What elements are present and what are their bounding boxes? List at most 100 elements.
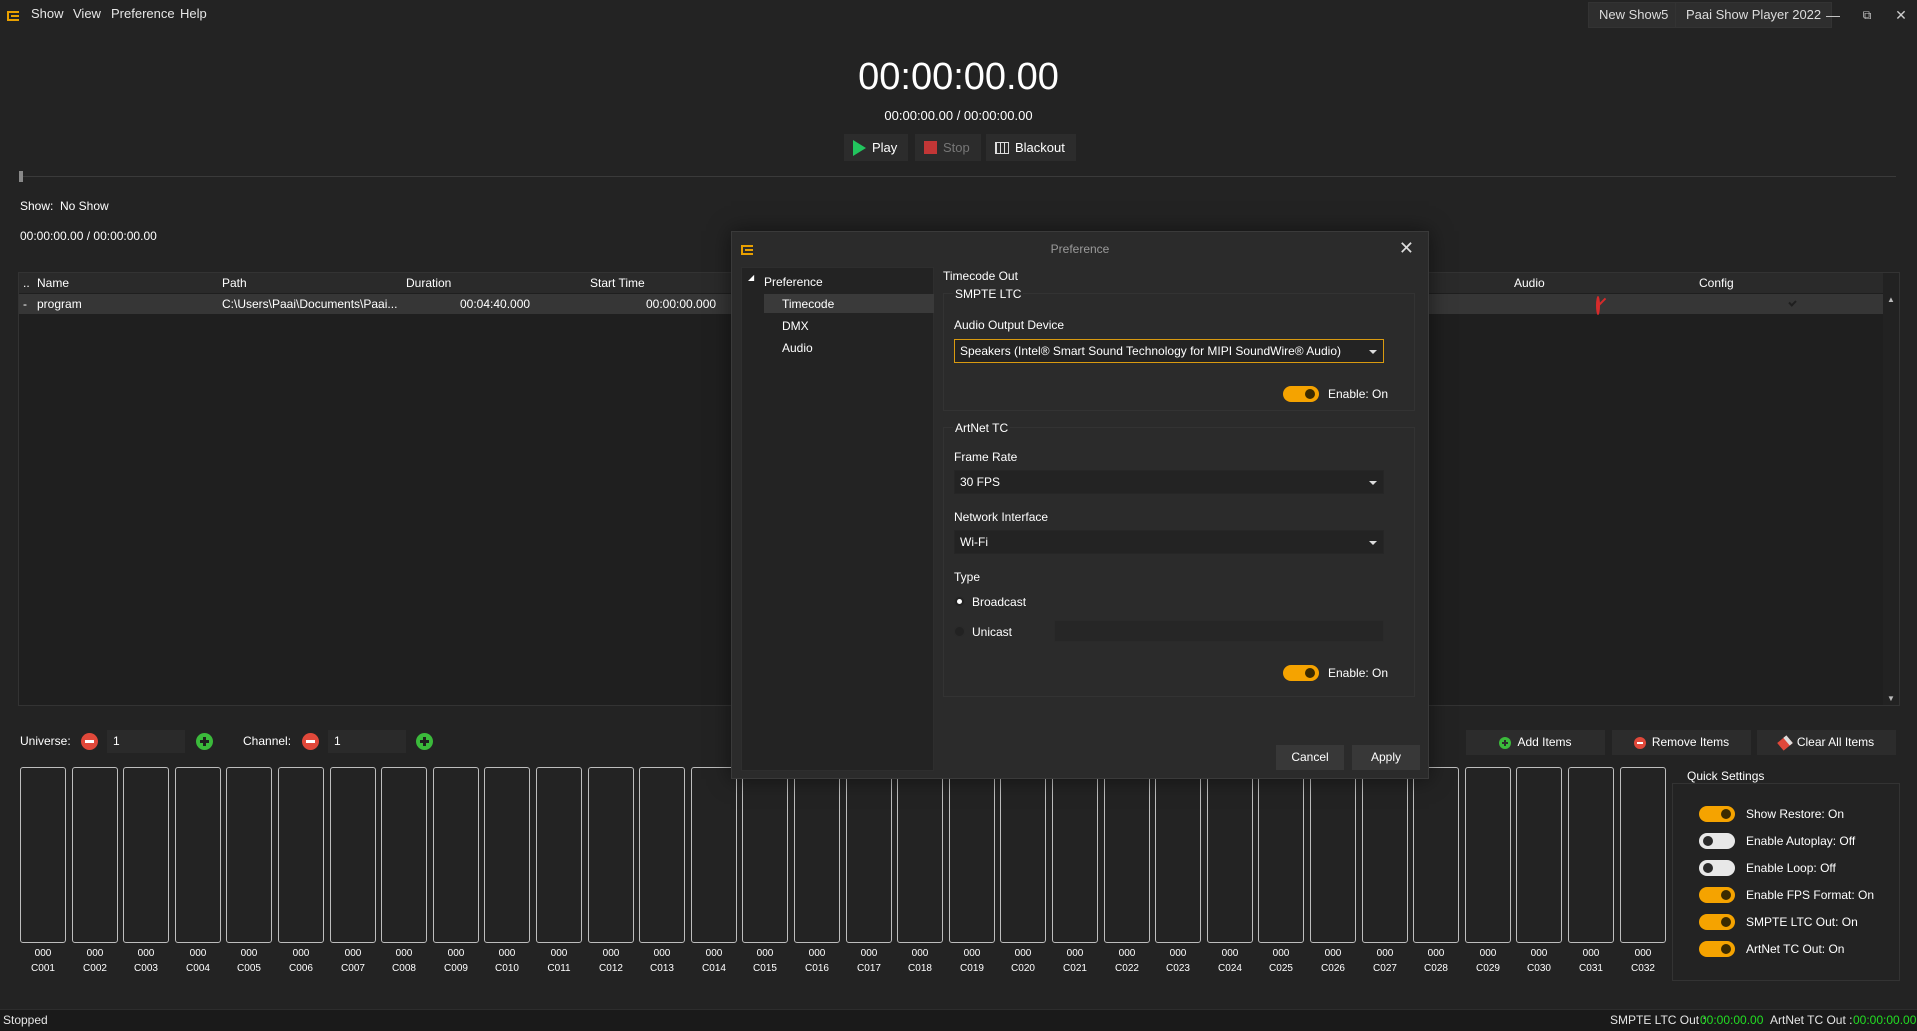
type-label: Type [954, 570, 981, 584]
channel-fader[interactable] [330, 767, 376, 943]
channel-label: C017 [857, 963, 881, 974]
column-config[interactable]: Config [1699, 276, 1734, 290]
enable-fps-format-toggle[interactable] [1699, 887, 1735, 903]
menu-show[interactable]: Show [31, 6, 64, 21]
channel-fader[interactable] [1052, 767, 1098, 943]
stop-button[interactable]: Stop [915, 134, 981, 161]
audio-device-select[interactable]: Speakers (Intel® Smart Sound Technology … [954, 339, 1384, 363]
app-name-button[interactable]: Paai Show Player 2022 [1675, 2, 1833, 28]
channel-fader[interactable] [20, 767, 66, 943]
channel-fader[interactable] [1568, 767, 1614, 943]
menu-view[interactable]: View [73, 6, 101, 21]
progress-track[interactable] [20, 176, 1896, 177]
restore-icon[interactable]: ⧉ [1852, 4, 1882, 26]
channel-fader[interactable] [433, 767, 479, 943]
channel-fader[interactable] [226, 767, 272, 943]
scroll-up-icon[interactable]: ▲ [1887, 295, 1895, 304]
channel-fader[interactable] [1207, 767, 1253, 943]
channel-value: 000 [189, 948, 207, 959]
channel-fader[interactable] [1258, 767, 1304, 943]
close-window-icon[interactable]: ✕ [1886, 4, 1916, 26]
cancel-button[interactable]: Cancel [1276, 745, 1344, 770]
play-button[interactable]: Play [844, 134, 909, 161]
clear-all-items-button[interactable]: Clear All Items [1757, 730, 1896, 755]
tree-item-audio[interactable]: Audio [782, 341, 813, 355]
table-scrollbar[interactable]: ▲ ▼ [1883, 273, 1899, 705]
channel-label: C015 [753, 963, 777, 974]
smpte-ltc-out-toggle[interactable] [1699, 914, 1735, 930]
channel-fader[interactable] [72, 767, 118, 943]
enable-loop-toggle[interactable] [1699, 860, 1735, 876]
channel-increment-icon[interactable] [416, 733, 433, 750]
channel-fader[interactable] [588, 767, 634, 943]
tree-item-dmx[interactable]: DMX [782, 319, 809, 333]
channel-decrement-icon[interactable] [302, 733, 319, 750]
minimize-icon[interactable]: — [1818, 4, 1848, 26]
channel-value: 000 [137, 948, 155, 959]
scroll-down-icon[interactable]: ▼ [1887, 694, 1895, 703]
artnet-tc-out-toggle[interactable] [1699, 941, 1735, 957]
channel-fader[interactable] [381, 767, 427, 943]
menu-help[interactable]: Help [180, 6, 207, 21]
smpte-enable-toggle[interactable] [1283, 386, 1319, 402]
network-interface-label: Network Interface [954, 510, 1049, 524]
tree-expand-icon[interactable]: ◢ [748, 273, 754, 282]
universe-input[interactable]: 1 [107, 730, 185, 753]
channel-fader[interactable] [1155, 767, 1201, 943]
channel-fader[interactable] [484, 767, 530, 943]
network-interface-select[interactable]: Wi-Fi [954, 530, 1384, 554]
add-items-button[interactable]: Add Items [1466, 730, 1605, 755]
channel-fader[interactable] [1413, 767, 1459, 943]
artnet-status-value: 00:00:00.00 [1853, 1013, 1917, 1027]
blackout-button[interactable]: Blackout [986, 134, 1076, 161]
apply-button[interactable]: Apply [1352, 745, 1420, 770]
broadcast-radio[interactable] [954, 596, 965, 607]
channel-fader[interactable] [1104, 767, 1150, 943]
show-restore-toggle[interactable] [1699, 806, 1735, 822]
channel-label: C013 [650, 963, 674, 974]
channel-fader[interactable] [1516, 767, 1562, 943]
channel-fader[interactable] [1362, 767, 1408, 943]
artnet-enable-toggle[interactable] [1283, 665, 1319, 681]
universe-decrement-icon[interactable] [81, 733, 98, 750]
channel-fader[interactable] [1000, 767, 1046, 943]
channel-fader[interactable] [742, 767, 788, 943]
column-path[interactable]: Path [222, 276, 247, 290]
preference-dialog: Preference ✕ ◢ Preference Timecode DMX A… [731, 231, 1429, 779]
show-name-button[interactable]: New Show5 [1588, 2, 1680, 28]
tree-item-timecode[interactable]: Timecode [782, 297, 834, 311]
channel-label: C032 [1631, 963, 1655, 974]
channel-fader[interactable] [1465, 767, 1511, 943]
remove-items-button[interactable]: Remove Items [1612, 730, 1751, 755]
unicast-radio[interactable] [954, 626, 965, 637]
column-duration[interactable]: Duration [406, 276, 451, 290]
column-name[interactable]: Name [37, 276, 69, 290]
channel-fader[interactable] [278, 767, 324, 943]
column-audio[interactable]: Audio [1514, 276, 1545, 290]
channel-value: 000 [1634, 948, 1652, 959]
channel-fader[interactable] [175, 767, 221, 943]
blackout-icon [995, 141, 1009, 154]
channel-label: C023 [1166, 963, 1190, 974]
show-value: No Show [60, 199, 109, 213]
channel-fader[interactable] [949, 767, 995, 943]
channel-fader[interactable] [691, 767, 737, 943]
enable-autoplay-toggle[interactable] [1699, 833, 1735, 849]
unicast-address-input[interactable] [1054, 620, 1384, 642]
tree-root-preference[interactable]: Preference [764, 275, 823, 289]
channel-fader[interactable] [536, 767, 582, 943]
menu-preference[interactable]: Preference [111, 6, 175, 21]
channel-input[interactable]: 1 [328, 730, 406, 753]
channel-fader[interactable] [897, 767, 943, 943]
channel-fader[interactable] [846, 767, 892, 943]
column-start-time[interactable]: Start Time [590, 276, 645, 290]
channel-fader[interactable] [639, 767, 685, 943]
close-icon[interactable]: ✕ [1399, 238, 1414, 259]
channel-fader[interactable] [1310, 767, 1356, 943]
channel-fader[interactable] [1620, 767, 1666, 943]
channel-fader[interactable] [794, 767, 840, 943]
frame-rate-select[interactable]: 30 FPS [954, 470, 1384, 494]
progress-handle[interactable] [19, 171, 23, 182]
channel-fader[interactable] [123, 767, 169, 943]
universe-increment-icon[interactable] [196, 733, 213, 750]
